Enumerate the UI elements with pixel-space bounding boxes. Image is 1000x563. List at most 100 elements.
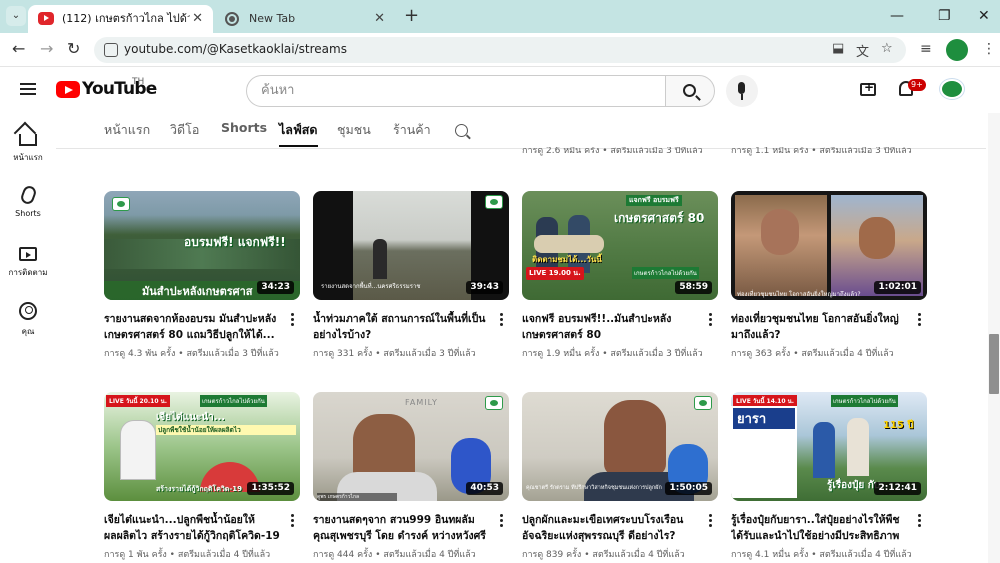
thumb-overlay-text: อบรมฟรี! แจกฟรี!!: [184, 235, 286, 249]
thumb-overlay-text: ปลูกพืชใช้น้ำน้อยให้ผลผลิตไว: [156, 425, 296, 435]
thumb-overlay-text: LIVE วันนี้ 20.10 น.: [106, 395, 170, 407]
forward-button[interactable]: →: [40, 41, 53, 57]
back-button[interactable]: ←: [12, 41, 25, 57]
new-tab-button[interactable]: +: [404, 6, 419, 26]
video-thumbnail[interactable]: FAMILY ดูพร เกษตรก้าวไกล 40:53: [313, 392, 509, 501]
video-meta: การดู 363 ครั้ง • สตรีมแล้วเมื่อ 4 ปีที่…: [731, 349, 894, 359]
video-meta: การดู 1.9 หมื่น ครั้ง • สตรีมแล้วเมื่อ 3…: [522, 349, 703, 359]
search-input[interactable]: ค้นหา: [246, 75, 666, 107]
channel-search-icon[interactable]: [455, 124, 468, 137]
prev-row-meta: การดู 1.1 หมื่น ครั้ง • สตรีมแล้วเมื่อ 3…: [731, 147, 912, 156]
site-info-icon[interactable]: [104, 43, 118, 57]
more-options-icon[interactable]: [500, 313, 503, 327]
youtube-logo-text[interactable]: YouTube: [82, 79, 157, 99]
tab-community[interactable]: ชุมชน: [337, 120, 371, 140]
thumb-overlay-text: ท่องเที่ยวชุมชนไทย โอกาสอันยิ่งใหญ่มาถึง…: [737, 291, 861, 298]
video-title[interactable]: น้ำท่วมภาคใต้ สถานการณ์ในพื้นที่เป็นอย่า…: [313, 311, 491, 343]
video-title[interactable]: รู้เรื่องปุ๋ยกับยารา..ใส่ปุ๋ยอย่างไรให้พ…: [731, 512, 909, 544]
restore-button[interactable]: ❐: [938, 8, 951, 24]
thumb-overlay-text: เกษตรก้าวไกลไปด้วยกัน: [831, 395, 898, 407]
more-options-icon[interactable]: [291, 313, 294, 327]
profile-avatar[interactable]: [946, 39, 968, 61]
account-avatar[interactable]: [940, 79, 964, 99]
video-duration: 58:59: [675, 281, 712, 294]
video-title[interactable]: ปลูกผักและมะเขือเทศระบบโรงเรือน อัจฉริยะ…: [522, 512, 700, 544]
video-title[interactable]: ท่องเที่ยวชุมชนไทย โอกาสอันยิ่งใหญ่มาถึง…: [731, 311, 909, 343]
video-thumbnail[interactable]: รายงานสดจากพื้นที่...นครศรีธรรมราช 39:43: [313, 191, 509, 300]
video-title[interactable]: เจียไต๋แนะนำ...ปลูกพืชน้ำน้อยให้ผลผลิตไว…: [104, 512, 282, 544]
rail-item-home[interactable]: หน้าแรก: [0, 128, 56, 164]
hamburger-menu-icon[interactable]: [20, 83, 36, 95]
thumb-overlay-text: คุณชาตรี รักตราม ที่ปรึกษาวิสาหกิจชุมชนแ…: [526, 485, 662, 491]
youtube-header: YouTube TH ค้นหา 9+: [0, 67, 1000, 113]
tab-title: (112) เกษตรก้าวไกล ไปด้วยกัน - Yo: [62, 12, 190, 25]
tab-title: New Tab: [249, 12, 296, 25]
channel-logo-icon: [485, 195, 503, 209]
youtube-logo-icon[interactable]: [56, 81, 80, 98]
reload-button[interactable]: ↻: [67, 41, 80, 57]
rail-item-subscriptions[interactable]: การติดตาม: [0, 244, 56, 279]
video-title[interactable]: แจกฟรี อบรมฟรี!!..มันสำปะหลัง เกษตรศาสตร…: [522, 311, 700, 343]
shorts-icon: [18, 184, 38, 206]
video-meta: การดู 1 พัน ครั้ง • สตรีมแล้วเมื่อ 4 ปีท…: [104, 550, 271, 560]
thumb-overlay-text: ดูพร เกษตรก้าวไกล: [317, 493, 397, 501]
thumb-overlay-text: มันสำปะหลังเกษตรศาส: [142, 285, 253, 298]
video-title[interactable]: รายงานสดๆจาก สวน999 อินทผลัมคุณสุเพชรบุร…: [313, 512, 491, 544]
browser-toolbar: ← → ↻ youtube.com/@Kasetkaoklai/streams …: [0, 33, 1000, 67]
youtube-favicon-icon: [38, 12, 54, 25]
install-icon[interactable]: ⬓: [832, 41, 844, 56]
tab-live[interactable]: ไลฟ์สด: [279, 120, 318, 147]
media-icon[interactable]: ≡: [920, 41, 932, 57]
video-thumbnail[interactable]: LIVE วันนี้ 20.10 น. เกษตรก้าวไกลไปด้วยก…: [104, 392, 300, 501]
scrollbar-thumb[interactable]: [989, 334, 999, 394]
tab-shorts[interactable]: Shorts: [221, 120, 267, 135]
tab-list-button[interactable]: ⌄: [6, 6, 26, 26]
thumb-overlay-text: ติดตามชมได้...วันนี้: [532, 255, 602, 264]
thumb-overlay-text: 115 ปี: [883, 420, 914, 431]
menu-icon[interactable]: ⋮: [982, 41, 996, 57]
video-duration: 40:53: [466, 482, 503, 495]
more-options-icon[interactable]: [291, 514, 294, 528]
video-title[interactable]: รายงานสดจากห้องอบรม มันสำปะหลัง เกษตรศาส…: [104, 311, 282, 343]
subscriptions-icon: [19, 247, 37, 261]
more-options-icon[interactable]: [500, 514, 503, 528]
rail-item-you[interactable]: คุณ: [0, 302, 56, 338]
tab-store[interactable]: ร้านค้า: [393, 120, 431, 140]
tab-home[interactable]: หน้าแรก: [104, 120, 150, 140]
thumb-overlay-text: ยารา: [733, 408, 795, 429]
rail-item-shorts[interactable]: Shorts: [0, 184, 56, 218]
tab-close-icon[interactable]: ✕: [374, 5, 385, 33]
translate-icon[interactable]: 文: [856, 41, 869, 60]
create-video-icon[interactable]: [860, 80, 876, 96]
voice-search-icon[interactable]: [726, 75, 758, 107]
thumb-overlay-text: แจกฟรี อบรมฟรี: [626, 195, 682, 206]
channel-logo-icon: [694, 396, 712, 410]
minimize-button[interactable]: —: [890, 8, 904, 24]
video-thumbnail[interactable]: LIVE วันนี้ 14.10 น. เกษตรก้าวไกลไปด้วยก…: [731, 392, 927, 501]
address-bar[interactable]: youtube.com/@Kasetkaoklai/streams ⬓ 文 ☆: [94, 37, 906, 63]
search-button[interactable]: [665, 75, 715, 107]
thumb-overlay-text: รู้เรื่องปุ๋ย กับ: [827, 480, 881, 491]
thumb-overlay-text: เกษตรก้าวไกลไปด้วยกัน: [632, 267, 699, 279]
video-meta: การดู 4.3 พัน ครั้ง • สตรีมแล้วเมื่อ 3 ป…: [104, 349, 279, 359]
url-text[interactable]: youtube.com/@Kasetkaoklai/streams: [124, 42, 347, 56]
video-thumbnail[interactable]: อบรมฟรี! แจกฟรี!! มันสำปะหลังเกษตรศาส 34…: [104, 191, 300, 300]
channel-logo-icon: [112, 197, 130, 211]
video-duration: 1:02:01: [874, 281, 921, 294]
channel-logo-icon: [485, 396, 503, 410]
tab-close-icon[interactable]: ✕: [192, 5, 203, 33]
video-thumbnail[interactable]: คุณชาตรี รักตราม ที่ปรึกษาวิสาหกิจชุมชนแ…: [522, 392, 718, 501]
tab-videos[interactable]: วิดีโอ: [170, 120, 199, 140]
browser-tab-newtab[interactable]: New Tab ✕: [215, 5, 395, 33]
prev-row-meta: การดู 2.6 หมื่น ครั้ง • สตรีมแล้วเมื่อ 3…: [522, 147, 703, 156]
close-window-button[interactable]: ✕: [978, 8, 990, 24]
browser-tab-youtube[interactable]: (112) เกษตรก้าวไกล ไปด้วยกัน - Yo ✕: [28, 5, 213, 33]
more-options-icon[interactable]: [709, 514, 712, 528]
rail-label: Shorts: [15, 209, 41, 218]
star-icon[interactable]: ☆: [881, 41, 893, 56]
video-thumbnail[interactable]: ท่องเที่ยวชุมชนไทย โอกาสอันยิ่งใหญ่มาถึง…: [731, 191, 927, 300]
more-options-icon[interactable]: [918, 514, 921, 528]
video-thumbnail[interactable]: แจกฟรี อบรมฟรี เกษตรศาสตร์ 80 ติดตามชมได…: [522, 191, 718, 300]
more-options-icon[interactable]: [918, 313, 921, 327]
more-options-icon[interactable]: [709, 313, 712, 327]
